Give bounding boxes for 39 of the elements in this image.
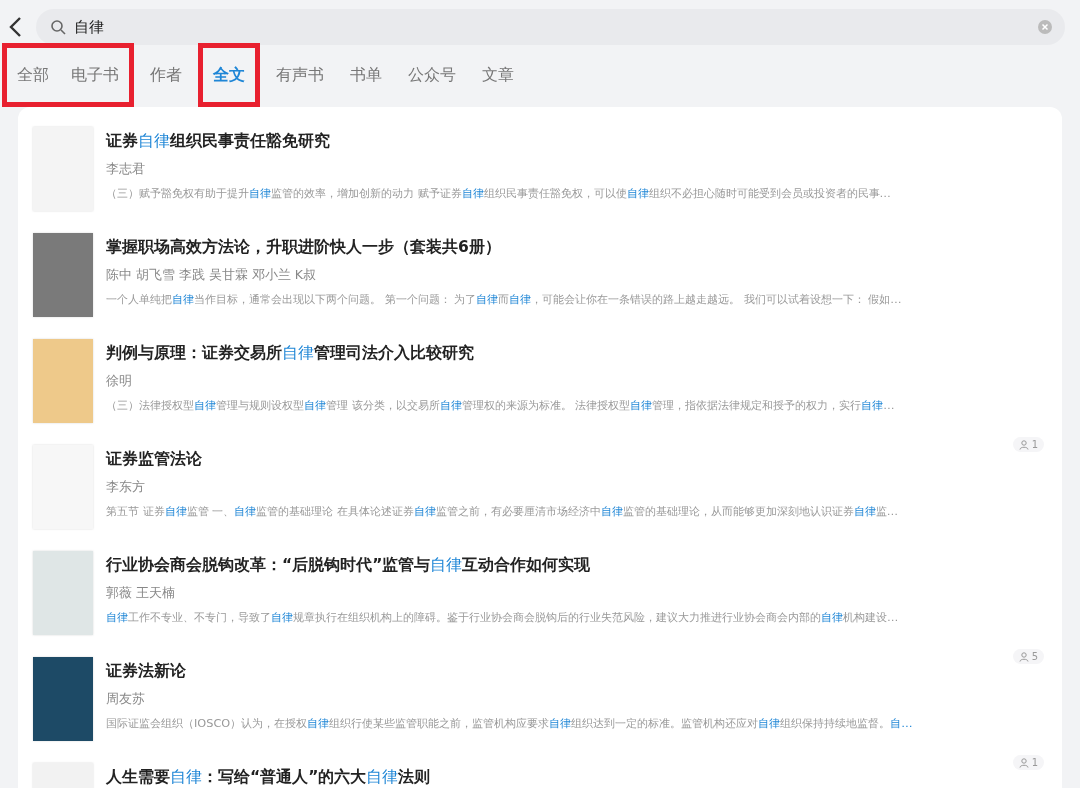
reader-count: 1 bbox=[1012, 437, 1044, 452]
reader-count: 5 bbox=[1012, 649, 1044, 664]
person-icon bbox=[1018, 651, 1029, 662]
search-icon bbox=[50, 19, 66, 35]
book-title[interactable]: 证券法新论 bbox=[106, 661, 1042, 682]
tab[interactable]: 文章 bbox=[482, 64, 514, 86]
back-icon[interactable] bbox=[8, 16, 22, 38]
book-title[interactable]: 证券自律组织民事责任豁免研究 bbox=[106, 131, 1042, 152]
book-author: 李东方 bbox=[106, 479, 146, 496]
book-cover[interactable] bbox=[33, 233, 93, 317]
clear-icon[interactable] bbox=[1037, 19, 1053, 35]
book-cover[interactable] bbox=[33, 339, 93, 423]
tab[interactable]: 全部 bbox=[17, 64, 49, 86]
person-icon bbox=[1018, 757, 1029, 768]
book-cover[interactable] bbox=[33, 657, 93, 741]
book-title[interactable]: 掌握职场高效方法论，升职进阶快人一步（套装共6册） bbox=[106, 237, 1042, 258]
book-title[interactable]: 人生需要自律：写给“普通人”的六大自律法则 bbox=[106, 767, 1042, 788]
book-title[interactable]: 证券监管法论 bbox=[106, 449, 1042, 470]
tab[interactable]: 电子书 bbox=[71, 64, 119, 86]
excerpt-text: 第五节 证券自律监管 一、自律监管的基础理论 在具体论述证券自律监管之前，有必要厘清市场经济中自律监管的基础理论，从而能够更加深刻地认识证券自律监… bbox=[106, 504, 900, 519]
excerpt-text: 自律工作不专业、不专门，导致了自律规章执行在组织机构上的障碍。鉴于行业协会商会脱钩后的行业失范风险，建议大力推进行业协会商会内部的自律机构建设… bbox=[106, 610, 900, 625]
excerpt-text: 国际证监会组织（IOSCO）认为，在授权自律组织行使某些监管职能之前，监管机构应要求自律组织达到一定的标准。监管机构还应对自律组织保持持续地监督。自… bbox=[106, 716, 914, 731]
tab[interactable]: 书单 bbox=[350, 64, 382, 86]
book-author: 李志君 bbox=[106, 161, 146, 178]
tab[interactable]: 公众号 bbox=[408, 64, 456, 86]
tab[interactable]: 作者 bbox=[150, 64, 182, 86]
book-author: 徐明 bbox=[106, 373, 133, 390]
reader-count: 1 bbox=[1012, 755, 1044, 770]
book-author: 周友苏 bbox=[106, 691, 146, 708]
person-icon bbox=[1018, 439, 1029, 450]
book-author: 郭薇 王天楠 bbox=[106, 585, 176, 602]
book-author: 陈中 胡飞雪 李践 吴甘霖 邓小兰 K叔 bbox=[106, 267, 318, 284]
book-title[interactable]: 判例与原理：证券交易所自律管理司法介入比较研究 bbox=[106, 343, 1042, 364]
search-input[interactable]: 自律 bbox=[74, 18, 1029, 36]
book-cover[interactable] bbox=[33, 551, 93, 635]
book-title[interactable]: 行业协会商会脱钩改革：“后脱钩时代”监管与自律互动合作如何实现 bbox=[106, 555, 1042, 576]
tab[interactable]: 有声书 bbox=[276, 64, 324, 86]
excerpt-text: 一个人单纯把自律当作目标，通常会出现以下两个问题。 第一个问题： 为了自律而自律，可能会让你在一条错误的路上越走越远。 我们可以试着设想一下： 假如… bbox=[106, 292, 903, 307]
search-bar[interactable]: 自律 bbox=[36, 9, 1065, 45]
